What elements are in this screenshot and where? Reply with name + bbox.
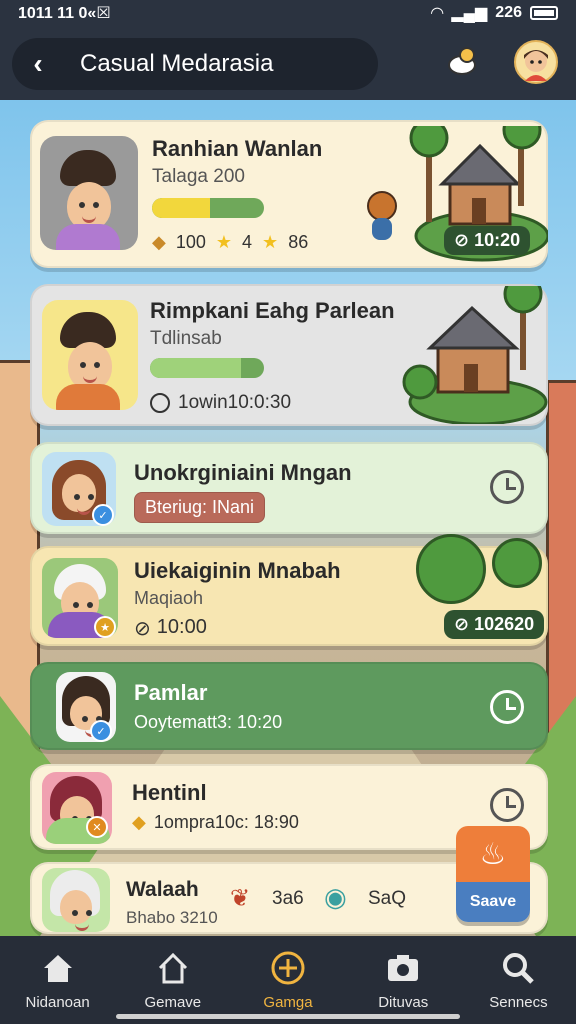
- notification-button[interactable]: [440, 40, 484, 84]
- wifi-icon: ◠: [431, 5, 444, 22]
- card-subtitle: Bhabo 3210: [126, 908, 218, 927]
- tree-illustration: [416, 534, 486, 604]
- clock-icon[interactable]: [490, 470, 524, 504]
- card-unokrginiaini[interactable]: ✓ Unokrginiaini Mngan Bteriug: INani: [30, 442, 548, 534]
- user-avatar-icon: [524, 50, 548, 81]
- time-text: 1owin10:0:30: [178, 392, 292, 413]
- flame-icon: ♨: [456, 826, 530, 882]
- tool-badge-icon: ✕: [86, 816, 108, 838]
- profile-avatar[interactable]: [514, 40, 558, 84]
- nav-item-home[interactable]: Nidanoan: [0, 936, 115, 1024]
- stat-value: SaQ: [368, 888, 407, 909]
- time-text: 10:00: [156, 616, 207, 638]
- card-subtitle: Ooytematt3: 10:20: [134, 712, 283, 732]
- card-subtitle: Maqiaoh: [134, 588, 204, 608]
- progress-bar: [150, 358, 264, 378]
- progress-fill: [152, 198, 211, 218]
- clock-small-icon: ⊘: [454, 614, 475, 634]
- back-button[interactable]: ‹: [12, 38, 64, 90]
- status-bar: 1011 11 0«☒ ◠ ▂▄▆ 226: [0, 0, 576, 26]
- house-illustration: [402, 286, 548, 424]
- search-icon: [503, 953, 535, 984]
- bell-icon: [448, 47, 476, 75]
- stat-value: 100: [175, 232, 206, 252]
- save-button[interactable]: ♨ Saave: [456, 826, 530, 922]
- status-tag: Bteriug: INani: [134, 492, 266, 523]
- stat-value: 4: [242, 232, 253, 252]
- nav-item-gemave[interactable]: Gemave: [115, 936, 230, 1024]
- clock-small-icon: ⊘: [454, 230, 475, 250]
- card-name: Uiekaiginin Mnabah: [134, 558, 341, 583]
- plus-circle-icon: [271, 951, 305, 985]
- card-subtitle: 1ompra10c: 18:90: [153, 812, 299, 832]
- time-row: ⊘ 10:00: [134, 616, 207, 641]
- stats-row: ◆ 100 ★ 4 ★ 86: [152, 232, 308, 253]
- signal-icon: ▂▄▆: [451, 5, 488, 22]
- home-icon: [43, 955, 72, 982]
- time-chip: ⊘ 10:20: [444, 226, 531, 255]
- clock-icon[interactable]: [490, 690, 524, 724]
- card-rimpkani[interactable]: Rimpkani Eahg Parlean Tdlinsab 1owin10:0…: [30, 284, 548, 426]
- house-outline-icon: [158, 952, 187, 984]
- coin-icon: ◆: [152, 232, 166, 252]
- card-name: Rimpkani Eahg Parlean: [150, 298, 395, 323]
- leaf-icon: ❦: [230, 885, 251, 912]
- progress-bar: [152, 198, 264, 218]
- camera-icon: [388, 955, 419, 981]
- stat-value: 86: [288, 232, 309, 252]
- card-subtitle: Talaga 200: [152, 166, 245, 187]
- save-label: Saave: [456, 882, 530, 922]
- bottom-nav: Nidanoan Gemave Gamga Dituvas Sennecs: [0, 936, 576, 1024]
- avatar: [40, 136, 138, 250]
- nav-item-dituvas[interactable]: Dituvas: [346, 936, 461, 1024]
- check-badge-icon: ✓: [92, 504, 114, 526]
- star-badge-icon: ★: [94, 616, 116, 638]
- avatar: [42, 868, 110, 932]
- card-ranhian[interactable]: Ranhian Wanlan Talaga 200 ◆ 100 ★ 4 ★ 86…: [30, 120, 548, 268]
- battery-icon: [530, 6, 558, 20]
- card-name: Hentinl: [132, 780, 207, 805]
- status-time: 1011 11 0«☒: [18, 5, 111, 22]
- clock-small-icon: ⊘: [134, 618, 151, 640]
- card-uiekaiginin[interactable]: ★ Uiekaiginin Mnabah Maqiaoh ⊘ 10:00 ⊘ 1…: [30, 534, 548, 646]
- card-name: Pamlar: [134, 680, 208, 705]
- progress-fill: [150, 358, 242, 378]
- home-indicator[interactable]: [116, 1014, 460, 1019]
- nav-item-sennecs[interactable]: Sennecs: [461, 936, 576, 1024]
- time-chip: ⊘ 102620: [444, 610, 545, 639]
- card-subtitle: Tdlinsab: [150, 328, 222, 349]
- battery-percent: 226: [495, 4, 522, 21]
- globe-icon: ◉: [324, 882, 347, 912]
- card-name: Ranhian Wanlan: [152, 136, 323, 161]
- status-icons: ◠ ▂▄▆ 226: [431, 3, 558, 23]
- fox-icon: [367, 191, 397, 240]
- clock-icon[interactable]: [490, 788, 524, 822]
- card-name: Unokrginiaini Mngan: [134, 460, 352, 485]
- card-pamlar[interactable]: ✓ Pamlar Ooytematt3: 10:20: [30, 662, 548, 750]
- title-bar: ‹ Casual Medarasia: [12, 38, 378, 90]
- stat-value: 3a6: [272, 888, 304, 909]
- coin-icon: ◆: [132, 812, 146, 832]
- chevron-left-icon: ‹: [33, 48, 43, 79]
- avatar: [42, 300, 138, 410]
- card-name: Walaah: [126, 878, 199, 901]
- app-header: ‹ Casual Medarasia: [0, 26, 576, 100]
- right-building: [546, 380, 576, 740]
- star-icon: ★: [262, 232, 279, 252]
- check-badge-icon: ✓: [90, 720, 112, 742]
- tree-illustration: [492, 538, 542, 588]
- time-row: 1owin10:0:30: [150, 392, 291, 414]
- time-row: ◆ 1ompra10c: 18:90: [132, 812, 299, 833]
- nav-item-gamga[interactable]: Gamga: [230, 936, 345, 1024]
- clock-small-icon: [150, 393, 170, 413]
- page-title: Casual Medarasia: [80, 50, 274, 77]
- star-icon: ★: [215, 232, 233, 252]
